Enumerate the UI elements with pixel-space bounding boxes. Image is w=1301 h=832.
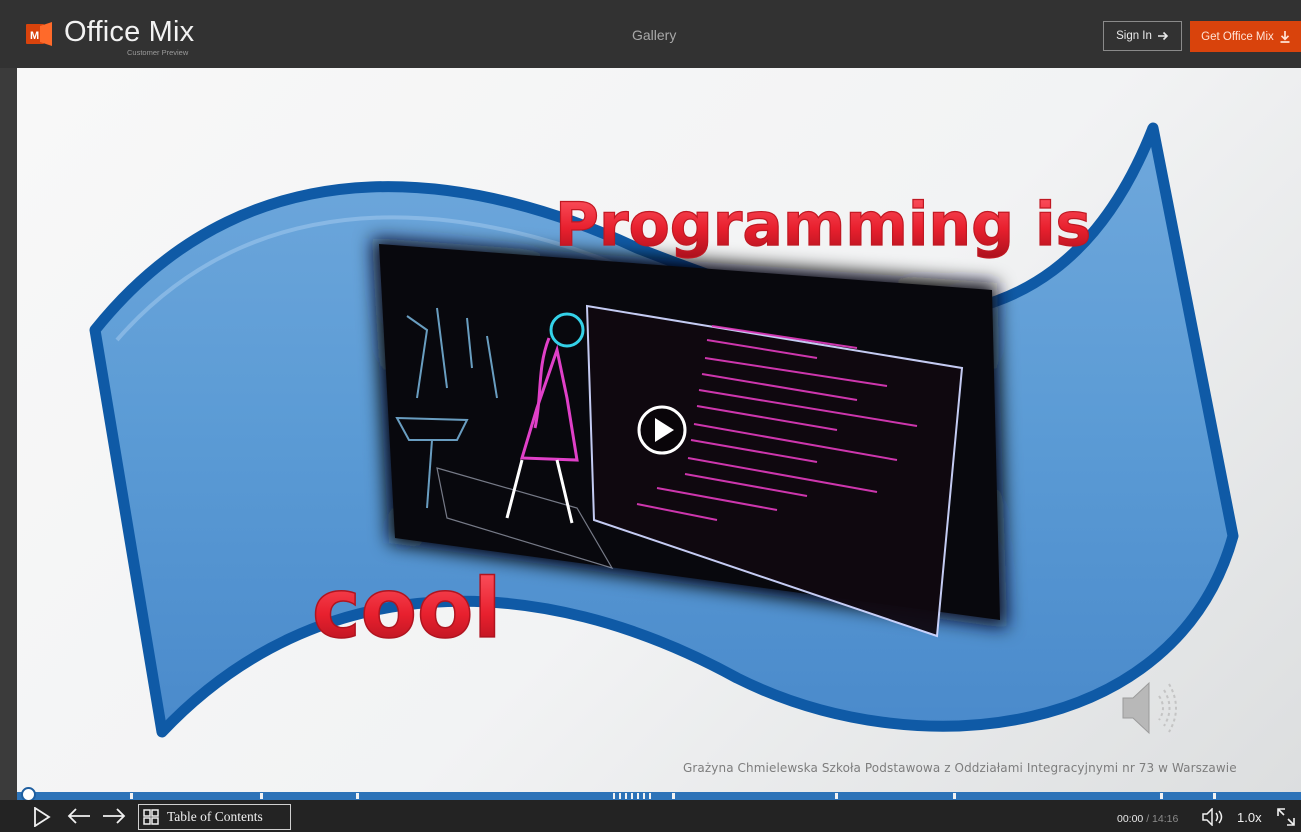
timeline-marker [619, 793, 621, 799]
brand-subtitle: Customer Preview [127, 48, 189, 57]
timeline-marker [649, 793, 651, 799]
timeline-marker [1213, 793, 1216, 799]
top-bar: M Office Mix Customer Preview Gallery Si… [0, 0, 1301, 69]
timeline-marker [260, 793, 263, 799]
grid-icon [143, 809, 159, 825]
table-of-contents-label: Table of Contents [167, 809, 263, 824]
previous-slide-arrow-icon[interactable] [67, 807, 91, 825]
timeline-marker [356, 793, 359, 799]
get-office-mix-label: Get Office Mix [1201, 30, 1274, 43]
download-icon [1280, 30, 1290, 43]
timeline-marker [672, 793, 675, 799]
sign-in-button[interactable]: Sign In [1103, 21, 1182, 51]
timeline-marker [130, 793, 133, 799]
left-edge [0, 68, 17, 800]
timeline-marker [631, 793, 633, 799]
sign-in-label: Sign In [1116, 30, 1152, 42]
slide-credit: Grażyna Chmielewska Szkoła Podstawowa z … [683, 761, 1237, 775]
next-slide-arrow-icon[interactable] [102, 807, 126, 825]
timeline-marker [613, 793, 615, 799]
timeline-marker [835, 793, 838, 799]
timeline-marker [1160, 793, 1163, 799]
arrow-right-icon [1157, 31, 1169, 41]
brand-title[interactable]: Office Mix [64, 16, 194, 49]
volume-icon[interactable] [1202, 808, 1226, 826]
speaker-icon[interactable] [1122, 681, 1177, 735]
get-office-mix-button[interactable]: Get Office Mix [1190, 21, 1301, 52]
timeline-progress-bar[interactable] [17, 792, 1301, 800]
time-separator: / [1143, 813, 1153, 825]
slide-subword: cool [312, 562, 501, 657]
office-mix-logo-icon[interactable]: M [26, 22, 52, 46]
timeline-marker [643, 793, 645, 799]
timeline-marker [953, 793, 956, 799]
play-circle-icon[interactable] [637, 405, 687, 455]
time-current: 00:00 [1117, 813, 1144, 825]
table-of-contents-button[interactable]: Table of Contents [138, 804, 291, 830]
fullscreen-icon[interactable] [1276, 807, 1296, 827]
time-display: 00:00 / 14:16 [1117, 813, 1178, 825]
slide-headline: Programming is [555, 190, 1091, 260]
timeline-marker [625, 793, 627, 799]
playback-speed-button[interactable]: 1.0x [1237, 810, 1262, 825]
timeline-marker [637, 793, 639, 799]
slide-stage[interactable]: Programming is cool Grażyna Chmielewska … [17, 68, 1301, 800]
play-icon[interactable] [33, 807, 51, 827]
svg-text:M: M [30, 30, 39, 42]
gallery-link[interactable]: Gallery [632, 27, 676, 43]
slide-canvas: Programming is cool [89, 122, 1239, 738]
time-total: 14:16 [1152, 813, 1179, 825]
